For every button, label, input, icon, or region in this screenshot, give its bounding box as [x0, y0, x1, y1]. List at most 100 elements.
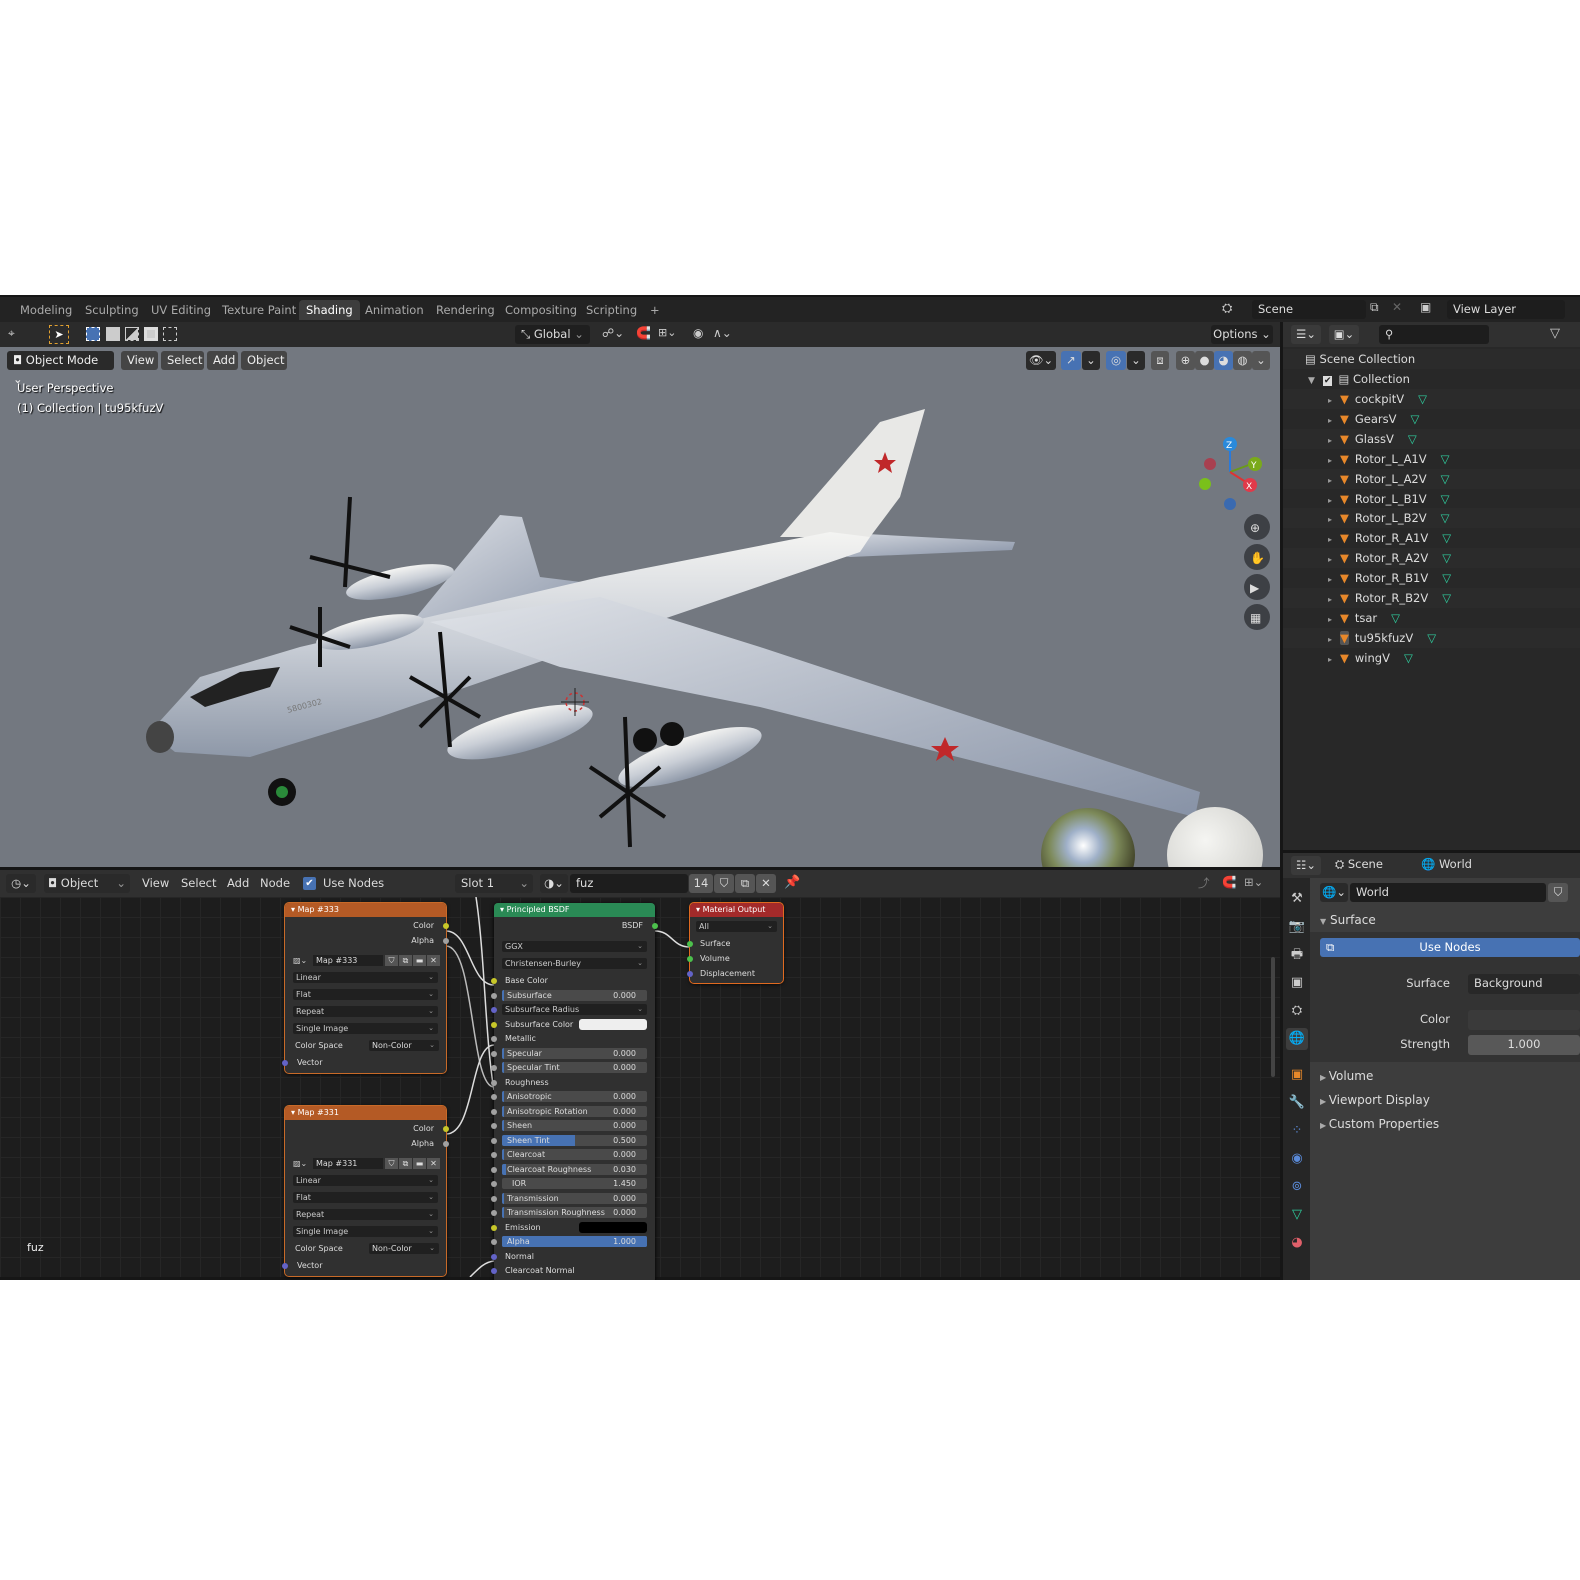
rendered-shading-icon[interactable]: ◍ — [1233, 351, 1252, 370]
outliner-collection[interactable]: ▼ ✔ ▤ Collection — [1283, 369, 1580, 389]
socket-vector[interactable] — [491, 1007, 497, 1013]
panel-volume[interactable]: ▶ Volume — [1310, 1064, 1580, 1088]
panel-custom-properties[interactable]: ▶ Custom Properties — [1310, 1112, 1580, 1136]
socket-color[interactable] — [491, 1224, 497, 1231]
gizmo-toggle-icon[interactable]: ↗ — [1061, 351, 1081, 370]
editor-type-icon[interactable]: ◷⌄ — [6, 874, 36, 893]
duplicate-material-icon[interactable]: ⧉ — [735, 874, 755, 893]
pin-icon[interactable]: 📌 — [784, 875, 800, 890]
input-ior[interactable]: IOR 1.450 — [491, 1178, 655, 1190]
options-dropdown[interactable]: Options ⌄ — [1211, 325, 1273, 344]
material-output-node[interactable]: ▾ Material Output All ⌄ Surface Volume Displ… — [687, 902, 784, 984]
value-slider[interactable]: Transmission 0.000 — [502, 1192, 647, 1204]
socket-float[interactable] — [491, 1036, 497, 1042]
input-anisotropic-rotation[interactable]: Anisotropic Rotation 0.000 — [491, 1105, 655, 1118]
properties-tab-object-data-icon[interactable]: ▽ — [1286, 1204, 1308, 1226]
workspace-tab-compositing[interactable]: Compositing — [498, 300, 584, 320]
expand-arrow-icon[interactable]: ▸ — [1328, 535, 1332, 544]
properties-tab-tool-icon[interactable]: ⚒ — [1286, 888, 1308, 910]
value-slider[interactable]: Sheen Tint 0.500 — [502, 1134, 647, 1146]
value-slider[interactable]: Clearcoat Roughness 0.030 — [502, 1163, 647, 1175]
fake-user-icon[interactable]: ⛉ — [385, 1158, 398, 1169]
socket-float[interactable] — [443, 1141, 449, 1147]
view-layer-filter-icon[interactable]: ▣⌄ — [1329, 325, 1359, 344]
principled-bsdf-node[interactable]: ▾ Principled BSDF BSDF GGX ⌄ Christensen-Bu… — [491, 903, 658, 1280]
mesh-data-icon[interactable]: ▽ — [1442, 531, 1451, 545]
outliner-item[interactable]: ▸ ▼ cockpitV ▽ — [1283, 389, 1580, 409]
outliner-item[interactable]: ▸ ▼ Rotor_R_A2V ▽ — [1283, 548, 1580, 569]
input-clearcoat[interactable]: Clearcoat 0.000 — [491, 1149, 655, 1161]
scene-selector-icon[interactable]: ⛭ — [1222, 301, 1232, 316]
socket-float[interactable] — [491, 1137, 497, 1144]
input-anisotropic[interactable]: Anisotropic 0.000 — [491, 1091, 655, 1103]
viewport-nav-buttons[interactable]: ⊕ ✋ ▶ ▦ — [1244, 514, 1270, 630]
value-slider[interactable]: Sheen 0.000 — [502, 1120, 647, 1131]
workspace-tab-shading[interactable]: Shading — [299, 300, 360, 320]
unlink-image-icon[interactable]: ✕ — [427, 955, 440, 966]
material-browse-icon[interactable]: ◑⌄ — [540, 874, 568, 893]
vector-dropdown[interactable]: Subsurface Radius ⌄ — [502, 1004, 647, 1015]
outliner-item[interactable]: ▸ ▼ Rotor_R_B1V ▽ — [1283, 568, 1580, 588]
outliner-item[interactable]: ▸ ▼ Rotor_L_A1V ▽ — [1283, 449, 1580, 469]
input-emission[interactable]: Emission — [491, 1221, 655, 1234]
expand-arrow-icon[interactable]: ▸ — [1328, 615, 1332, 624]
socket-color[interactable] — [443, 923, 449, 929]
node-header[interactable]: ▾ Map #331 — [285, 1106, 446, 1120]
display-mode-icon[interactable]: ☰⌄ — [1291, 325, 1321, 344]
expand-arrow-icon[interactable]: ▸ — [1328, 635, 1332, 644]
value-slider[interactable]: Subsurface 0.000 — [502, 989, 647, 1001]
dropdown-distribution[interactable]: GGX ⌄ — [502, 941, 647, 952]
vertical-scrollbar[interactable] — [1271, 957, 1275, 1077]
properties-tab-material-icon[interactable]: ◕ — [1286, 1232, 1308, 1254]
material-users-count[interactable]: 14 — [689, 874, 713, 893]
object-icon[interactable]: ▼ — [1340, 492, 1349, 506]
slot-dropdown[interactable]: Slot 1 ⌄ — [455, 874, 533, 893]
value-slider[interactable]: Anisotropic Rotation 0.000 — [502, 1105, 647, 1117]
outliner-item[interactable]: ▸ ▼ Rotor_L_B2V ▽ — [1283, 508, 1580, 529]
socket-shader[interactable] — [687, 956, 693, 962]
object-icon[interactable]: ▼ — [1340, 472, 1349, 486]
socket-float[interactable] — [491, 1065, 497, 1071]
socket-color[interactable] — [443, 1126, 449, 1132]
shader-type-dropdown[interactable]: ◘ Object ⌄ — [44, 874, 130, 893]
input-transmission[interactable]: Transmission 0.000 — [491, 1192, 655, 1205]
outliner-item[interactable]: ▸ ▼ tsar ▽ — [1283, 608, 1580, 628]
color-swatch[interactable] — [579, 1018, 647, 1030]
mesh-data-icon[interactable]: ▽ — [1441, 511, 1450, 525]
dropdown-subsurface-method[interactable]: Christensen-Burley ⌄ — [502, 958, 647, 969]
shading-dropdown-icon[interactable]: ⌄ — [1252, 351, 1270, 370]
fake-user-icon[interactable]: ⛉ — [385, 955, 398, 966]
snap-increment-icon[interactable]: ⊞⌄ — [658, 326, 676, 339]
image-name-field[interactable]: Map #333 — [313, 955, 383, 966]
input-subsurface-color[interactable]: Subsurface Color — [491, 1018, 655, 1031]
3d-viewport[interactable]: 5800302 Z Y X ⊕ ✋ ▶ ▦ ◘ Object Mode ⌄ View S… — [0, 347, 1280, 867]
outliner-item[interactable]: ▸ ▼ Rotor_R_B2V ▽ — [1283, 588, 1580, 608]
mesh-data-icon[interactable]: ▽ — [1427, 631, 1436, 645]
material-preview-icon[interactable]: ◕ — [1214, 351, 1233, 370]
socket-float[interactable] — [491, 1239, 497, 1245]
duplicate-image-icon[interactable]: ⧉ — [399, 955, 412, 966]
snap-icon[interactable]: 🧲 — [636, 326, 651, 340]
object-mode-dropdown[interactable]: ◘ Object Mode ⌄ — [7, 351, 114, 386]
object-icon[interactable]: ▼ — [1340, 452, 1349, 466]
expand-arrow-icon[interactable]: ▸ — [1328, 476, 1332, 485]
socket-color[interactable] — [491, 978, 497, 984]
node-menu-node[interactable]: Node — [260, 876, 290, 890]
outliner-scene-collection[interactable]: ▤ Scene Collection — [1283, 349, 1580, 369]
expand-arrow-icon[interactable]: ▸ — [1328, 456, 1332, 465]
input-alpha[interactable]: Alpha 1.000 — [491, 1236, 655, 1248]
color-swatch[interactable] — [579, 1221, 647, 1233]
value-slider[interactable]: Transmission Roughness 0.000 — [502, 1207, 647, 1218]
collection-checkbox[interactable]: ✔ — [1322, 376, 1333, 386]
object-icon[interactable]: ▼ — [1340, 651, 1349, 665]
image-browse-icon[interactable]: ▨⌄ — [293, 955, 307, 967]
snap-mode-icon[interactable]: ⊞⌄ — [1244, 875, 1263, 889]
node-menu-view[interactable]: View — [142, 876, 169, 890]
expand-arrow-icon[interactable]: ▸ — [1328, 595, 1332, 604]
mesh-data-icon[interactable]: ▽ — [1442, 591, 1451, 605]
image-browse-icon[interactable]: ▨⌄ — [293, 1158, 307, 1170]
socket-float[interactable] — [443, 938, 449, 944]
image-texture-node[interactable]: ▾ Map #333 Color Alpha ▨⌄ Map #333 ⛉ ⧉ ▬ ✕ Linear… — [282, 902, 449, 1074]
outliner-item[interactable]: ▸ ▼ Rotor_L_B1V ▽ — [1283, 489, 1580, 509]
select-intersect-icon[interactable] — [163, 327, 177, 341]
